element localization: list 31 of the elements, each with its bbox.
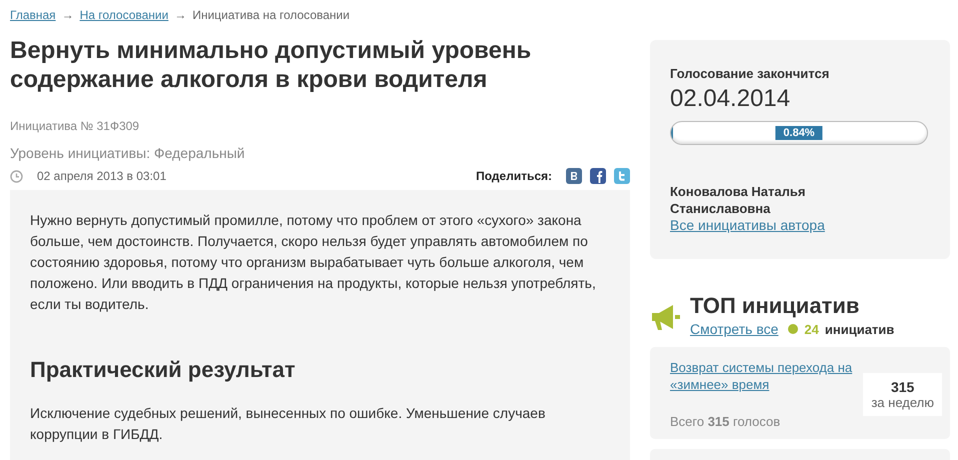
count-label: инициатив xyxy=(824,322,894,336)
progress-percent: 0.84% xyxy=(775,126,823,140)
initiative-number: Инициатива № 31Ф309 xyxy=(10,119,140,133)
initiative-level: Уровень инициативы: Федеральный xyxy=(10,145,246,161)
total-votes: Всего 315 голосов xyxy=(670,414,782,429)
clock-icon xyxy=(10,170,23,182)
voting-label: Голосование закончится xyxy=(670,66,830,81)
breadcrumb-link[interactable]: На голосовании xyxy=(80,8,168,22)
author-name: Коновалова Наталья Станиславовна xyxy=(670,183,806,217)
breadcrumb-current: Инициатива на голосовании xyxy=(192,8,350,22)
weekly-label: за неделю xyxy=(871,394,934,410)
see-all-link[interactable]: Смотреть все xyxy=(690,321,778,337)
section-heading: Практический результат xyxy=(30,357,296,383)
page-title: Вернуть минимально допустимый уровень содержание алкоголя в крови водителя xyxy=(10,36,532,94)
initiative-count: 24 xyxy=(804,322,819,336)
result-paragraph: Исключение судебных решений, вынесенных по ошибке. Уменьшение случаев коррупции в ГИБДД. xyxy=(30,404,546,444)
megaphone-icon xyxy=(650,303,682,333)
weekly-count: 315 xyxy=(890,378,914,394)
breadcrumb-arrow: → xyxy=(174,8,186,22)
share-label: Поделиться: xyxy=(476,169,552,183)
dot-icon xyxy=(788,324,798,334)
end-date: 02.04.2014 xyxy=(670,85,792,113)
breadcrumb-link[interactable]: Главная xyxy=(10,8,56,22)
facebook-icon[interactable] xyxy=(590,168,606,184)
body-paragraph: Нужно вернуть допустимый промилле, потому что проблем от этого «сухого» закона больше, чем достоинств. Получается, скоро нельзя будет управлять автомобилем по состоянию здоровья, потому что организм вырабатывает чуть больше алкоголя, чем положено. Или вводить в ПДД ограничения на продукты, которые нельзя употреблять, если ты водитель. xyxy=(30,211,597,314)
vk-icon[interactable] xyxy=(566,168,582,184)
breadcrumb-arrow: → xyxy=(62,8,74,22)
post-date: 02 апреля 2013 в 03:01 xyxy=(37,169,166,183)
author-initiatives-link[interactable]: Все инициативы автора xyxy=(670,217,825,233)
section-title: ТОП инициатив xyxy=(690,293,860,319)
initiative-link[interactable]: Возврат системы перехода на «зимнее» время xyxy=(670,359,860,393)
